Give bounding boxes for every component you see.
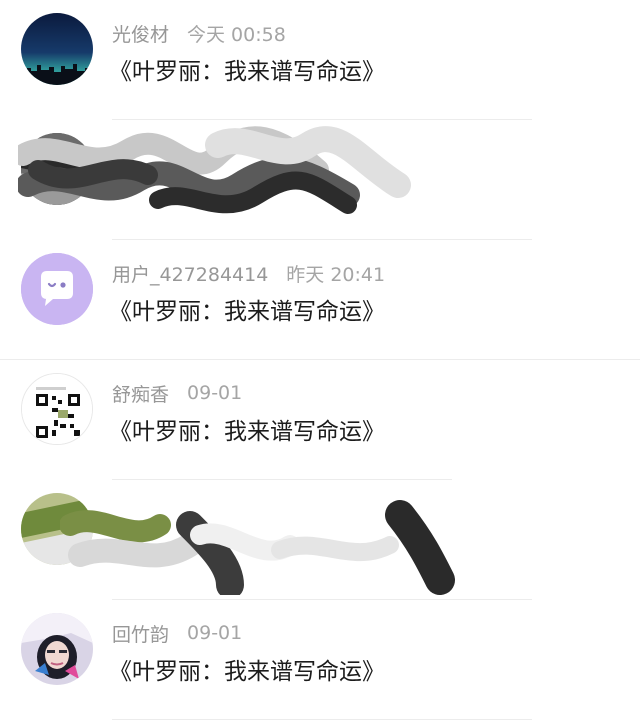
comment-content: 《叶罗丽：我来谱写命运》 xyxy=(109,299,385,325)
comment-time: 今天 00:58 xyxy=(187,23,286,46)
username[interactable]: 舒痴香 xyxy=(112,380,169,407)
comment-time: 09-01 xyxy=(187,382,243,404)
scribble-icon xyxy=(21,133,93,205)
qr-code-avatar[interactable] xyxy=(21,373,93,445)
qr-code-icon xyxy=(22,374,92,444)
redacted-avatar[interactable] xyxy=(21,493,93,565)
comment-time: 昨天 20:41 xyxy=(286,263,386,286)
redacted-avatar[interactable] xyxy=(21,133,93,205)
redaction-scribble xyxy=(60,500,455,595)
comment-item[interactable]: 舒痴香 09-01 《叶罗丽：我来谱写命运》 xyxy=(0,360,640,480)
comment-meta: 舒痴香 09-01 xyxy=(112,380,242,406)
username[interactable]: 光俊材 xyxy=(112,20,169,47)
city-night-avatar[interactable] xyxy=(21,13,93,85)
comment-item-redacted[interactable] xyxy=(0,480,640,600)
comment-content: 《叶罗丽：我来谱写命运》 xyxy=(109,419,385,445)
photo-girl-icon xyxy=(21,613,93,685)
comment-item[interactable]: 光俊材 今天 00:58 《叶罗丽：我来谱写命运》 xyxy=(0,0,640,120)
comment-content: 《叶罗丽：我来谱写命运》 xyxy=(109,659,385,685)
divider xyxy=(112,719,532,720)
username[interactable]: 用户_427284414 xyxy=(112,260,268,287)
photo-girl-avatar[interactable] xyxy=(21,613,93,685)
comment-meta: 回竹韵 09-01 xyxy=(112,620,242,646)
username[interactable]: 回竹韵 xyxy=(112,620,169,647)
comment-item[interactable]: 用户_427284414 昨天 20:41 《叶罗丽：我来谱写命运》 xyxy=(0,240,640,360)
scribble-icon xyxy=(21,493,93,565)
comment-list: 光俊材 今天 00:58 《叶罗丽：我来谱写命运》 用户_427284414 昨… xyxy=(0,0,640,725)
comment-time: 09-01 xyxy=(187,622,243,644)
chat-bubble-avatar[interactable] xyxy=(21,253,93,325)
comment-meta: 用户_427284414 昨天 20:41 xyxy=(112,260,385,286)
chat-bubble-icon xyxy=(21,253,93,325)
comment-item[interactable]: 回竹韵 09-01 《叶罗丽：我来谱写命运》 xyxy=(0,600,640,720)
comment-item-redacted[interactable] xyxy=(0,120,640,240)
comment-content: 《叶罗丽：我来谱写命运》 xyxy=(109,59,385,85)
city-night-icon xyxy=(21,13,93,85)
comment-meta: 光俊材 今天 00:58 xyxy=(112,20,286,46)
